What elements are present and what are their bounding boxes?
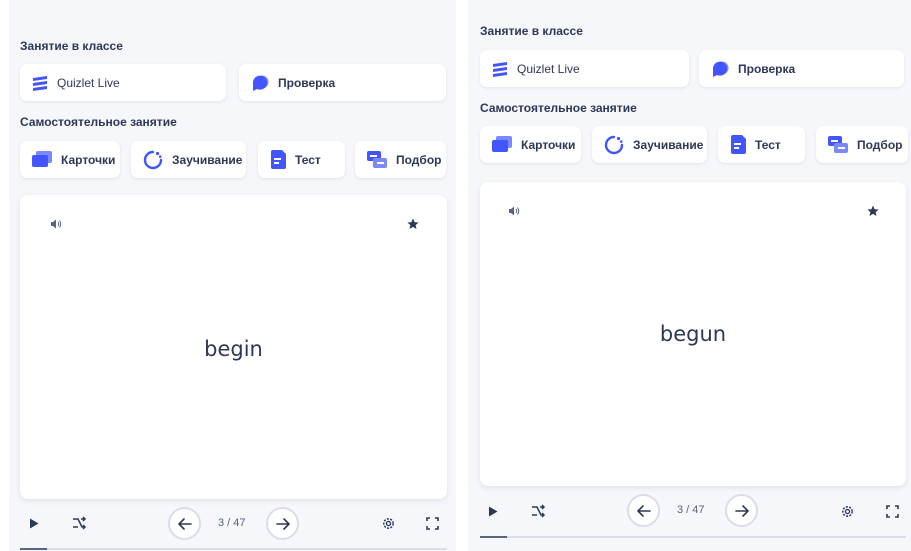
test-label: Тест [295,152,321,167]
fullscreen-button[interactable] [884,503,900,519]
progress-fill [480,536,507,538]
test-icon [271,150,286,169]
gear-icon [382,517,394,529]
in-class-title: Занятие в классе [480,24,583,38]
test-icon [731,135,746,154]
flashcard[interactable]: begun [480,182,906,486]
fullscreen-button[interactable] [424,515,440,531]
checkpoint-icon [252,75,269,91]
self-study-title: Самостоятельное занятие [20,115,177,129]
star-icon[interactable] [867,205,879,217]
flashcards-button[interactable]: Карточки [20,141,120,178]
learn-button[interactable]: Заучивание [592,126,707,163]
shuffle-button[interactable] [70,514,88,532]
flashcards-label: Карточки [61,152,116,167]
flashcards-label: Карточки [521,137,576,152]
progress-fill [20,548,47,550]
arrow-right-icon [734,504,749,517]
checkpoint-icon [712,61,729,77]
flashcard[interactable]: begin [20,195,447,499]
arrow-right-icon [275,517,290,530]
quizlet-live-icon [33,75,47,91]
match-label: Подбор [396,152,442,167]
checkpoint-button[interactable]: Проверка [699,50,904,87]
test-button[interactable]: Тест [718,126,805,163]
test-label: Тест [755,137,781,152]
match-label: Подбор [857,137,903,152]
quizlet-live-button[interactable]: Quizlet Live [480,50,689,87]
card-counter: 3 / 47 [218,517,246,529]
learn-label: Заучивание [172,152,243,167]
learn-button[interactable]: Заучивание [131,141,246,178]
play-icon [30,518,39,528]
quizlet-live-button[interactable]: Quizlet Live [20,64,226,101]
quizlet-live-icon [493,61,507,77]
match-button[interactable]: Подбор [816,126,908,163]
learn-icon [143,150,163,169]
previous-card-button[interactable] [627,494,660,527]
study-pane-right: Занятие в классе Quizlet Live Проверка С… [468,0,911,551]
self-study-title: Самостоятельное занятие [480,101,637,115]
checkpoint-button[interactable]: Проверка [239,64,446,101]
play-button[interactable] [486,504,500,518]
fullscreen-icon [425,516,439,530]
progress-track [480,536,906,538]
study-pane-left: Занятие в классе Quizlet Live Проверка С… [9,0,456,551]
speaker-icon[interactable] [508,205,522,217]
play-button[interactable] [27,516,41,530]
play-icon [489,506,498,516]
shuffle-icon [73,516,87,530]
flashcards-button[interactable]: Карточки [480,126,581,163]
fullscreen-icon [885,504,899,518]
test-button[interactable]: Тест [258,141,345,178]
card-term: begin [204,337,263,361]
in-class-title: Занятие в классе [20,39,123,53]
arrow-left-icon [177,517,192,530]
card-term: begun [659,322,727,346]
flashcards-icon [32,151,52,167]
card-counter: 3 / 47 [677,504,705,516]
arrow-left-icon [636,504,651,517]
settings-button[interactable] [380,515,396,531]
match-icon [828,135,848,153]
shuffle-button[interactable] [529,502,547,520]
star-icon[interactable] [407,218,419,230]
next-card-button[interactable] [266,507,299,540]
progress-track [20,548,447,550]
quizlet-live-label: Quizlet Live [57,75,120,90]
flashcards-icon [492,136,512,152]
checkpoint-label: Проверка [278,75,336,90]
next-card-button[interactable] [725,494,758,527]
match-button[interactable]: Подбор [355,141,446,178]
learn-label: Заучивание [633,137,704,152]
quizlet-live-label: Quizlet Live [517,61,580,76]
learn-icon [604,135,624,154]
previous-card-button[interactable] [168,507,201,540]
speaker-icon[interactable] [50,218,64,230]
gear-icon [841,505,853,517]
match-icon [367,150,387,168]
settings-button[interactable] [839,503,855,519]
checkpoint-label: Проверка [738,61,796,76]
shuffle-icon [532,504,546,518]
